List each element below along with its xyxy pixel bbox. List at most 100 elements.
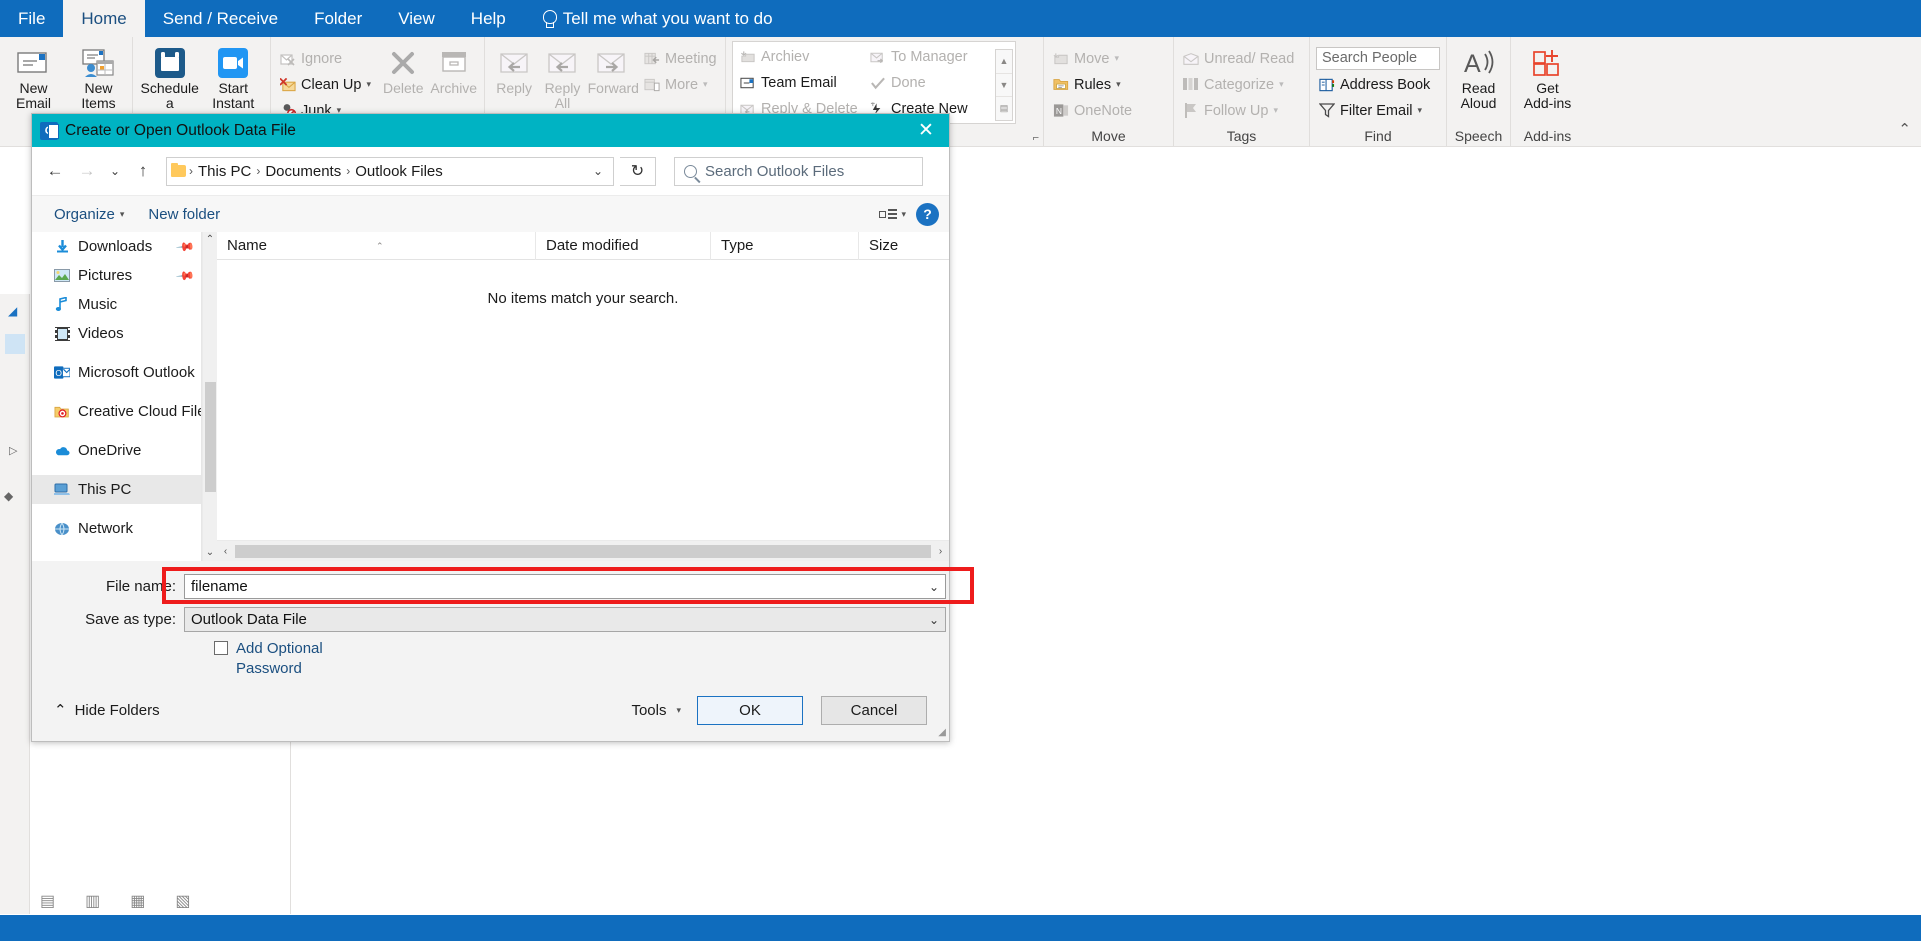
column-header-name[interactable]: ⌃ Name	[217, 231, 536, 260]
calendar-module-icon[interactable]: ▥	[85, 891, 100, 911]
clean-up-button[interactable]: Clean Up ▾	[277, 73, 377, 96]
navigation-pane-scrollbar[interactable]: ⌃ ⌄	[202, 232, 217, 561]
scroll-left-icon[interactable]: ‹	[217, 546, 234, 557]
ok-button[interactable]: OK	[697, 695, 803, 725]
up-arrow-icon[interactable]: ↑	[130, 158, 156, 184]
sidebar-item-microsoft-outlook[interactable]: O Microsoft Outlook	[32, 358, 201, 387]
more-respond-button[interactable]: More ▾	[641, 73, 719, 96]
archive-button[interactable]: Archive	[430, 43, 479, 96]
sidebar-item-music[interactable]: Music	[32, 290, 201, 319]
tab-send-receive[interactable]: Send / Receive	[145, 0, 296, 37]
scroll-more-icon[interactable]: ▤	[996, 97, 1012, 120]
collapse-pane-icon[interactable]: ◢	[8, 304, 17, 318]
sidebar-item-downloads[interactable]: Downloads 📌	[32, 232, 201, 261]
nav-module-bar[interactable]: ▤ ▥ ▦ ▧	[40, 891, 191, 911]
quickstep-archiev[interactable]: Archiev	[737, 45, 867, 68]
sidebar-item-network[interactable]: Network	[32, 514, 201, 543]
get-add-ins-button[interactable]: Get Add-ins	[1517, 43, 1578, 111]
onenote-button[interactable]: N OneNote	[1050, 99, 1166, 122]
breadcrumb-documents[interactable]: Documents	[261, 163, 345, 180]
change-view-button[interactable]: ▾	[875, 207, 910, 222]
address-book-button[interactable]: Address Book	[1316, 73, 1442, 96]
delete-button[interactable]: Delete	[379, 43, 428, 96]
recent-locations-icon[interactable]: ⌄	[106, 158, 124, 184]
add-password-checkbox[interactable]	[214, 641, 228, 655]
tools-button[interactable]: Tools ▾	[631, 702, 697, 719]
quick-steps-gallery[interactable]: Archiev Team Email Reply & Delete To Man…	[732, 41, 1016, 124]
add-password-line1: Add Optional	[236, 640, 323, 657]
people-module-icon[interactable]: ▦	[130, 891, 145, 911]
sidebar-item-pictures[interactable]: Pictures 📌	[32, 261, 201, 290]
scroll-right-icon[interactable]: ›	[932, 546, 949, 557]
quick-steps-dialog-launcher[interactable]: ⌐	[1033, 132, 1039, 144]
scrollbar-thumb[interactable]	[205, 382, 216, 492]
breadcrumb-outlook-files[interactable]: Outlook Files	[351, 163, 447, 180]
column-header-type[interactable]: Type	[711, 231, 859, 260]
tab-home[interactable]: Home	[63, 0, 145, 37]
tell-me-search[interactable]: Tell me what you want to do	[524, 0, 773, 37]
breadcrumb-this-pc[interactable]: This PC	[194, 163, 255, 180]
new-email-button[interactable]: New Email	[6, 43, 61, 111]
rules-button[interactable]: Rules ▾	[1050, 73, 1166, 96]
quickstep-to-manager[interactable]: To Manager	[867, 45, 995, 68]
reply-all-button[interactable]: Reply All	[539, 43, 585, 111]
tab-view[interactable]: View	[380, 0, 453, 37]
cancel-button[interactable]: Cancel	[821, 695, 927, 725]
chevron-down-icon[interactable]: ⌄	[929, 580, 939, 594]
save-as-type-select[interactable]: Outlook Data File ⌄	[184, 607, 946, 632]
mail-module-icon[interactable]: ▤	[40, 891, 55, 911]
quickstep-team-email[interactable]: Team Email	[737, 71, 867, 94]
filter-email-button[interactable]: Filter Email ▾	[1316, 99, 1442, 122]
search-files-input[interactable]: Search Outlook Files	[674, 156, 923, 186]
meeting-button[interactable]: Meeting	[641, 47, 719, 70]
resize-grip-icon[interactable]: ◢	[938, 727, 946, 738]
file-name-input[interactable]: filename ⌄	[184, 574, 946, 599]
refresh-icon[interactable]: ↻	[620, 156, 656, 186]
column-header-size[interactable]: Size	[859, 232, 939, 260]
quickstep-done[interactable]: Done	[867, 71, 995, 94]
search-people-input[interactable]: Search People	[1316, 47, 1440, 70]
collapse-ribbon-button[interactable]: ⌃	[1898, 120, 1911, 138]
scroll-down-icon[interactable]: ▼	[996, 74, 1012, 98]
hide-folders-button[interactable]: ⌃ Hide Folders	[54, 701, 160, 720]
scroll-up-icon[interactable]: ▲	[996, 50, 1012, 74]
reply-button[interactable]: Reply	[491, 43, 537, 96]
scroll-up-icon[interactable]: ⌃	[206, 232, 214, 248]
sidebar-item-creative-cloud-files[interactable]: Creative Cloud File	[32, 397, 201, 426]
tab-file[interactable]: File	[0, 0, 63, 37]
new-folder-button[interactable]: New folder	[136, 206, 232, 223]
close-icon[interactable]: ✕	[903, 114, 949, 147]
ribbon-group-find-title: Find	[1364, 128, 1392, 144]
read-aloud-button[interactable]: A Read Aloud	[1453, 43, 1504, 111]
expand-folder-icon[interactable]: ▷	[9, 444, 17, 457]
tasks-module-icon[interactable]: ▧	[175, 891, 190, 911]
move-button[interactable]: Move ▾	[1050, 47, 1166, 70]
address-bar[interactable]: › This PC › Documents › Outlook Files ⌄	[166, 156, 614, 186]
sidebar-item-videos[interactable]: Videos	[32, 319, 201, 348]
scroll-down-icon[interactable]: ⌄	[206, 545, 214, 561]
quick-steps-scroller[interactable]: ▲ ▼ ▤	[995, 49, 1013, 121]
add-password-label[interactable]: Add Optional Password	[236, 639, 346, 679]
pin-icon[interactable]: 📌	[175, 265, 195, 285]
scrollbar-thumb-horizontal[interactable]	[235, 544, 931, 558]
ignore-button[interactable]: Ignore	[277, 47, 377, 70]
pin-icon[interactable]: 📌	[175, 236, 195, 256]
forward-arrow-icon[interactable]: →	[74, 158, 100, 184]
sidebar-item-this-pc[interactable]: This PC	[32, 475, 201, 504]
tab-help[interactable]: Help	[453, 0, 524, 37]
tab-folder[interactable]: Folder	[296, 0, 380, 37]
chevron-down-icon[interactable]: ⌄	[929, 613, 939, 627]
column-header-date-modified[interactable]: Date modified	[536, 231, 711, 260]
help-button[interactable]: ?	[916, 202, 939, 226]
unread-read-button[interactable]: Unread/ Read	[1180, 47, 1304, 70]
forward-button[interactable]: Forward	[588, 43, 639, 96]
follow-up-button[interactable]: Follow Up ▾	[1180, 99, 1304, 122]
sidebar-item-onedrive[interactable]: OneDrive	[32, 436, 201, 465]
file-list-horizontal-scrollbar[interactable]: ‹ ›	[217, 540, 949, 561]
categorize-button[interactable]: Categorize ▾	[1180, 73, 1304, 96]
new-items-button[interactable]: New Items	[71, 43, 126, 111]
chevron-down-icon[interactable]: ⌄	[593, 164, 609, 178]
back-arrow-icon[interactable]: ←	[42, 158, 68, 184]
organize-button[interactable]: Organize ▾	[42, 206, 136, 223]
sidebar-label-music: Music	[78, 296, 118, 313]
